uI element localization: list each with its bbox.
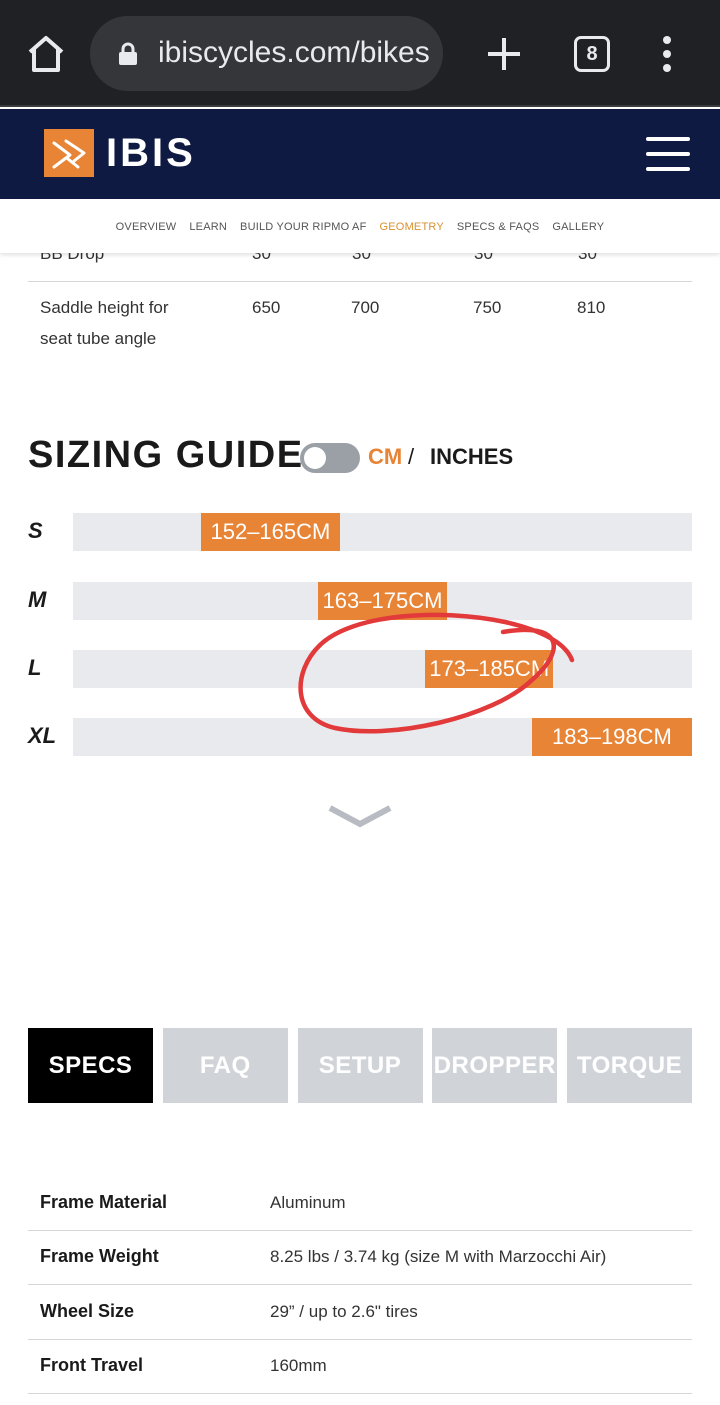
subnav-item[interactable]: OVERVIEW [116,221,177,233]
size-label-m: M [28,587,47,612]
unit-cm-label[interactable]: CM [368,444,402,470]
geometry-cell: 750 [473,298,502,317]
size-range-track: 173–185CM [73,650,692,688]
chevron-down-icon[interactable] [328,804,392,830]
subnav-item[interactable]: GALLERY [552,221,604,233]
unit-separator: / [408,444,415,469]
divider [28,281,692,282]
geometry-row-label: seat tube angle [40,329,157,348]
spec-row: Front Travel 160mm [28,1340,692,1394]
tab-setup[interactable]: SETUP [297,1028,423,1103]
size-label-xl: XL [28,723,57,748]
size-range-track: 163–175CM [73,582,692,620]
subnav-item[interactable]: BUILD YOUR RIPMO AF [240,221,366,233]
geometry-row-label: Saddle height for [40,298,169,317]
spec-key: Wheel Size [40,1300,135,1321]
spec-value: 160mm [270,1355,327,1375]
more-vert-icon[interactable] [655,34,679,74]
geometry-row-saddle-height: Saddle height for seat tube angle 650 70… [28,292,692,356]
url-text: ibiscycles.com/bikes [158,36,430,69]
toggle-knob [304,447,326,469]
size-range-bar: 152–165CM [201,513,340,551]
tab-torque[interactable]: TORQUE [567,1028,692,1103]
size-range-bar: 173–185CM [425,650,554,688]
lock-icon [119,42,137,65]
size-range-bar: 183–198CM [531,718,692,756]
subnav-item[interactable]: SPECS & FAQS [457,221,539,233]
unit-toggle[interactable] [300,443,360,473]
size-label-l: L [28,655,42,680]
geometry-cell: 810 [577,298,606,317]
hamburger-menu-icon[interactable] [646,137,690,171]
spec-value: 8.25 lbs / 3.74 kg (size M with Marzocch… [270,1247,607,1267]
browser-toolbar: ibiscycles.com/bikes 8 [0,0,720,107]
spec-row: Frame Material Aluminum [28,1177,692,1231]
sizing-guide-title: SIZING GUIDE [28,434,304,476]
spec-key: Frame Weight [40,1246,159,1267]
size-label-s: S [28,518,43,543]
tab-dropper[interactable]: DROPPER [432,1028,558,1103]
tab-specs[interactable]: SPECS [28,1028,153,1103]
plus-icon[interactable] [482,32,526,76]
tab-faq[interactable]: FAQ [162,1028,288,1103]
geometry-cell: 700 [351,298,380,317]
spec-row: Frame Weight 8.25 lbs / 3.74 kg (size M w… [28,1231,692,1286]
unit-inches-label[interactable]: INCHES [430,444,513,470]
site-header: IBIS [0,109,720,199]
size-range-track: 152–165CM [73,513,692,551]
size-range-bar: 163–175CM [318,582,447,620]
home-icon[interactable] [22,30,70,78]
spec-key: Front Travel [40,1354,144,1375]
spec-key: Frame Material [40,1192,168,1212]
subnav-item[interactable]: GEOMETRY [380,221,444,233]
geometry-cell: 650 [252,298,281,317]
tabs-icon[interactable]: 8 [574,36,610,72]
spec-value: 29” / up to 2.6" tires [270,1301,418,1321]
spec-value: Aluminum [270,1193,346,1212]
address-bar[interactable]: ibiscycles.com/bikes [90,16,443,91]
subnav-item[interactable]: LEARN [189,221,227,233]
size-range-track: 183–198CM [73,718,692,756]
spec-row: Wheel Size 29” / up to 2.6" tires [28,1286,692,1340]
ibis-logo-icon[interactable] [44,129,94,177]
section-subnav: OVERVIEW LEARN BUILD YOUR RIPMO AF GEOMETRY… [0,199,720,253]
logo-text[interactable]: IBIS [106,131,196,176]
